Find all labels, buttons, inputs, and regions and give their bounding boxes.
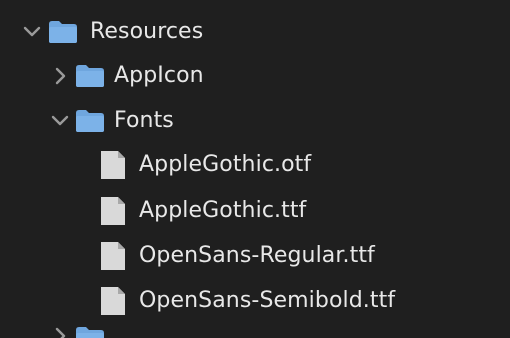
tree-row-fonts[interactable]: Fonts (0, 99, 510, 143)
tree-row-file[interactable]: OpenSans-Semibold.ttf (0, 279, 510, 323)
tree-item-label: Resources (90, 19, 204, 44)
tree-row-file[interactable]: AppleGothic.ttf (0, 189, 510, 233)
chevron-down-icon[interactable] (50, 111, 70, 131)
tree-row-resources[interactable]: Resources (0, 10, 510, 54)
folder-icon (76, 110, 104, 132)
tree-item-label: Fonts (114, 108, 174, 133)
chevron-right-icon[interactable] (50, 326, 70, 338)
tree-item-label: OpenSans-Semibold.ttf (139, 288, 396, 313)
folder-icon (49, 21, 77, 43)
file-icon (101, 287, 125, 315)
tree-row-file[interactable]: AppleGothic.otf (0, 143, 510, 187)
tree-item-label: AppleGothic.otf (139, 152, 312, 177)
project-navigator-tree: Resources AppIcon Fonts AppleGothic.otf (0, 0, 510, 338)
tree-row-appicon[interactable]: AppIcon (0, 54, 510, 98)
folder-icon (75, 326, 105, 338)
tree-item-label: OpenSans-Regular.ttf (139, 243, 375, 268)
chevron-right-icon[interactable] (50, 66, 70, 86)
tree-row-file[interactable]: OpenSans-Regular.ttf (0, 234, 510, 278)
tree-item-label: AppleGothic.ttf (139, 198, 307, 223)
chevron-down-icon[interactable] (22, 22, 42, 42)
folder-icon (76, 65, 104, 87)
tree-item-label: AppIcon (114, 63, 204, 88)
file-icon (101, 242, 125, 270)
file-icon (101, 151, 125, 179)
file-icon (101, 197, 125, 225)
